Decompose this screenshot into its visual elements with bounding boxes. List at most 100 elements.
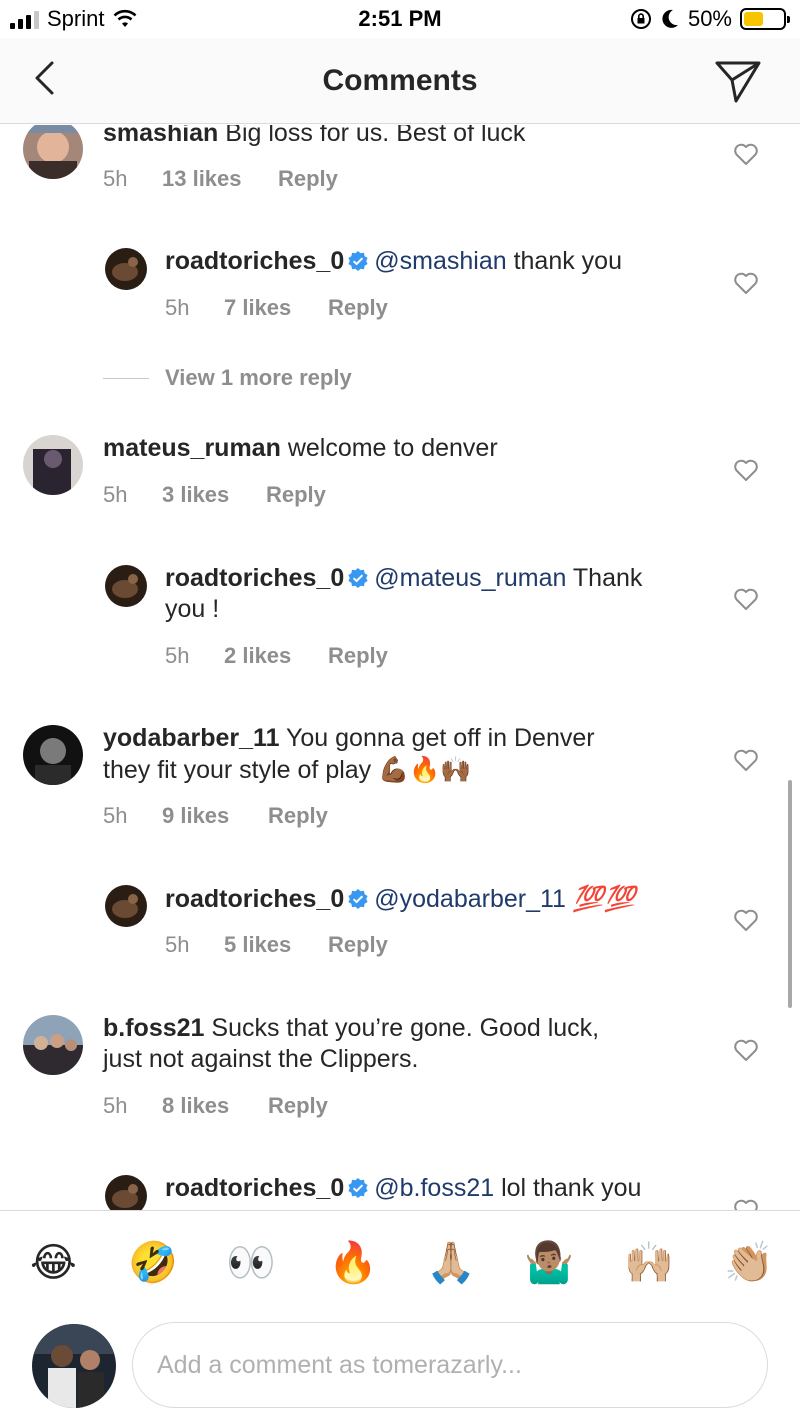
reply-button[interactable]: Reply bbox=[328, 643, 388, 669]
comment-text: mateus_ruman welcome to denver bbox=[103, 433, 498, 464]
avatar[interactable] bbox=[23, 725, 83, 785]
nav-bar: Comments bbox=[0, 38, 800, 124]
heart-icon[interactable] bbox=[733, 1198, 759, 1210]
comment-likes[interactable]: 13 likes bbox=[162, 166, 278, 192]
emoji-quick-bar: 😂 🤣 👀 🔥 🙏🏼 🤷🏽‍♂️ 🙌🏼 👏🏼 bbox=[0, 1210, 800, 1306]
reply-button[interactable]: Reply bbox=[268, 1093, 328, 1119]
comment-meta: 5h 3 likes Reply bbox=[103, 482, 326, 508]
comment-body: thank you bbox=[513, 247, 622, 275]
view-more-replies-button[interactable]: View 1 more reply bbox=[103, 365, 352, 391]
comment-username[interactable]: mateus_ruman bbox=[103, 434, 281, 462]
divider bbox=[103, 377, 149, 379]
reply-button[interactable]: Reply bbox=[278, 166, 338, 192]
heart-icon[interactable] bbox=[733, 748, 759, 772]
battery-icon bbox=[740, 8, 790, 30]
verified-badge-icon bbox=[348, 1178, 368, 1198]
comment-username[interactable]: yodabarber_11 bbox=[103, 724, 280, 752]
emoji-joy-button[interactable]: 😂 bbox=[30, 1239, 77, 1287]
comment-composer: Add a comment as tomerazarly... bbox=[0, 1306, 800, 1422]
reply-button[interactable]: Reply bbox=[328, 295, 388, 321]
comment-body: welcome to denver bbox=[287, 434, 498, 462]
emoji-pray-button[interactable]: 🙏🏼 bbox=[426, 1239, 476, 1287]
comment-username[interactable]: roadtoriches_0 bbox=[165, 247, 344, 275]
comment-emoji: 💯💯 bbox=[572, 884, 636, 913]
avatar[interactable] bbox=[23, 1015, 83, 1075]
comment-meta: 5h 9 likes Reply bbox=[103, 803, 328, 829]
view-more-label: View 1 more reply bbox=[165, 365, 352, 390]
heart-icon[interactable] bbox=[733, 908, 759, 932]
comment-mention[interactable]: @yodabarber_11 bbox=[374, 885, 566, 913]
comment-time: 5h bbox=[165, 295, 190, 320]
comment-meta: 5h 5 likes Reply bbox=[165, 932, 388, 958]
comment-meta: 5h 13 likes Reply bbox=[103, 166, 338, 192]
comment-body: You gonna get off in Denver bbox=[286, 724, 595, 752]
comments-list[interactable]: smashian Big loss for us. Best of luck 5… bbox=[0, 125, 800, 1210]
comment-time: 5h bbox=[103, 1093, 128, 1118]
comment-emoji: 💪🏾🔥🙌🏾 bbox=[378, 755, 472, 784]
current-user-avatar bbox=[32, 1324, 116, 1408]
comment-mention[interactable]: @smashian bbox=[374, 247, 506, 275]
avatar[interactable] bbox=[23, 125, 83, 179]
avatar[interactable] bbox=[23, 435, 83, 495]
reply-button[interactable]: Reply bbox=[328, 932, 388, 958]
comment-mention[interactable]: @mateus_ruman bbox=[374, 564, 566, 592]
comment-mention[interactable]: @b.foss21 bbox=[374, 1174, 494, 1202]
orientation-lock-icon bbox=[630, 9, 651, 29]
status-bar: Sprint 2:51 PM 50% bbox=[0, 0, 800, 38]
comment-meta: 5h 2 likes Reply bbox=[165, 643, 388, 669]
heart-icon[interactable] bbox=[733, 142, 759, 166]
comment-input-placeholder: Add a comment as tomerazarly... bbox=[157, 1350, 522, 1379]
emoji-rofl-button[interactable]: 🤣 bbox=[128, 1239, 178, 1287]
emoji-shrug-button[interactable]: 🤷🏽‍♂️ bbox=[524, 1239, 574, 1287]
comment-meta: 5h 7 likes Reply bbox=[165, 295, 388, 321]
emoji-eyes-button[interactable]: 👀 bbox=[226, 1239, 276, 1287]
comment-likes[interactable]: 5 likes bbox=[224, 932, 328, 958]
page-title: Comments bbox=[322, 64, 478, 97]
comment-body-line-2: you ! bbox=[165, 595, 220, 623]
reply-button[interactable]: Reply bbox=[266, 482, 326, 508]
comment-time: 5h bbox=[165, 932, 190, 957]
comment-text: smashian Big loss for us. Best of luck bbox=[103, 125, 525, 149]
comment-likes[interactable]: 9 likes bbox=[162, 803, 268, 829]
direct-send-icon[interactable] bbox=[714, 58, 762, 104]
avatar[interactable] bbox=[105, 885, 147, 927]
avatar[interactable] bbox=[105, 248, 147, 290]
comment-text: roadtoriches_0 @smashian thank you bbox=[165, 246, 622, 277]
verified-badge-icon bbox=[348, 251, 368, 271]
comment-body-line-2: they fit your style of play bbox=[103, 756, 372, 784]
comment-body: lol thank you bbox=[501, 1174, 642, 1202]
comment-likes[interactable]: 7 likes bbox=[224, 295, 328, 321]
heart-icon[interactable] bbox=[733, 271, 759, 295]
comment-likes[interactable]: 3 likes bbox=[162, 482, 266, 508]
comment-likes[interactable]: 2 likes bbox=[224, 643, 328, 669]
avatar[interactable] bbox=[105, 1175, 147, 1210]
emoji-clap-button[interactable]: 👏🏼 bbox=[724, 1239, 774, 1287]
comment-username[interactable]: b.foss21 bbox=[103, 1014, 204, 1042]
comment-body: Sucks that you’re gone. Good luck, bbox=[211, 1014, 600, 1042]
comment-body-line-2: just not against the Clippers. bbox=[103, 1045, 419, 1073]
comment-likes[interactable]: 8 likes bbox=[162, 1093, 268, 1119]
comment-username[interactable]: roadtoriches_0 bbox=[165, 885, 344, 913]
moon-icon bbox=[662, 9, 678, 28]
comment-username[interactable]: roadtoriches_0 bbox=[165, 564, 344, 592]
comment-body: Thank bbox=[572, 564, 643, 592]
emoji-fire-button[interactable]: 🔥 bbox=[328, 1239, 378, 1287]
comment-text: roadtoriches_0 @b.foss21 lol thank you bbox=[165, 1173, 641, 1204]
scrollbar[interactable] bbox=[788, 780, 792, 1008]
emoji-raised-hands-button[interactable]: 🙌🏼 bbox=[624, 1239, 674, 1287]
comment-body: Big loss for us. Best of luck bbox=[225, 125, 526, 147]
comment-input[interactable]: Add a comment as tomerazarly... bbox=[132, 1322, 768, 1408]
comment-username[interactable]: roadtoriches_0 bbox=[165, 1174, 344, 1202]
comment-text: roadtoriches_0 @yodabarber_11 💯💯 bbox=[165, 883, 635, 915]
heart-icon[interactable] bbox=[733, 458, 759, 482]
comment-text: b.foss21 Sucks that you’re gone. Good lu… bbox=[103, 1013, 599, 1075]
comment-username[interactable]: smashian bbox=[103, 125, 218, 147]
battery-percent: 50% bbox=[687, 6, 732, 31]
heart-icon[interactable] bbox=[733, 1038, 759, 1062]
reply-button[interactable]: Reply bbox=[268, 803, 328, 829]
verified-badge-icon bbox=[348, 568, 368, 588]
comment-time: 5h bbox=[165, 643, 190, 668]
avatar[interactable] bbox=[105, 565, 147, 607]
heart-icon[interactable] bbox=[733, 587, 759, 611]
comment-meta: 5h 8 likes Reply bbox=[103, 1093, 328, 1119]
